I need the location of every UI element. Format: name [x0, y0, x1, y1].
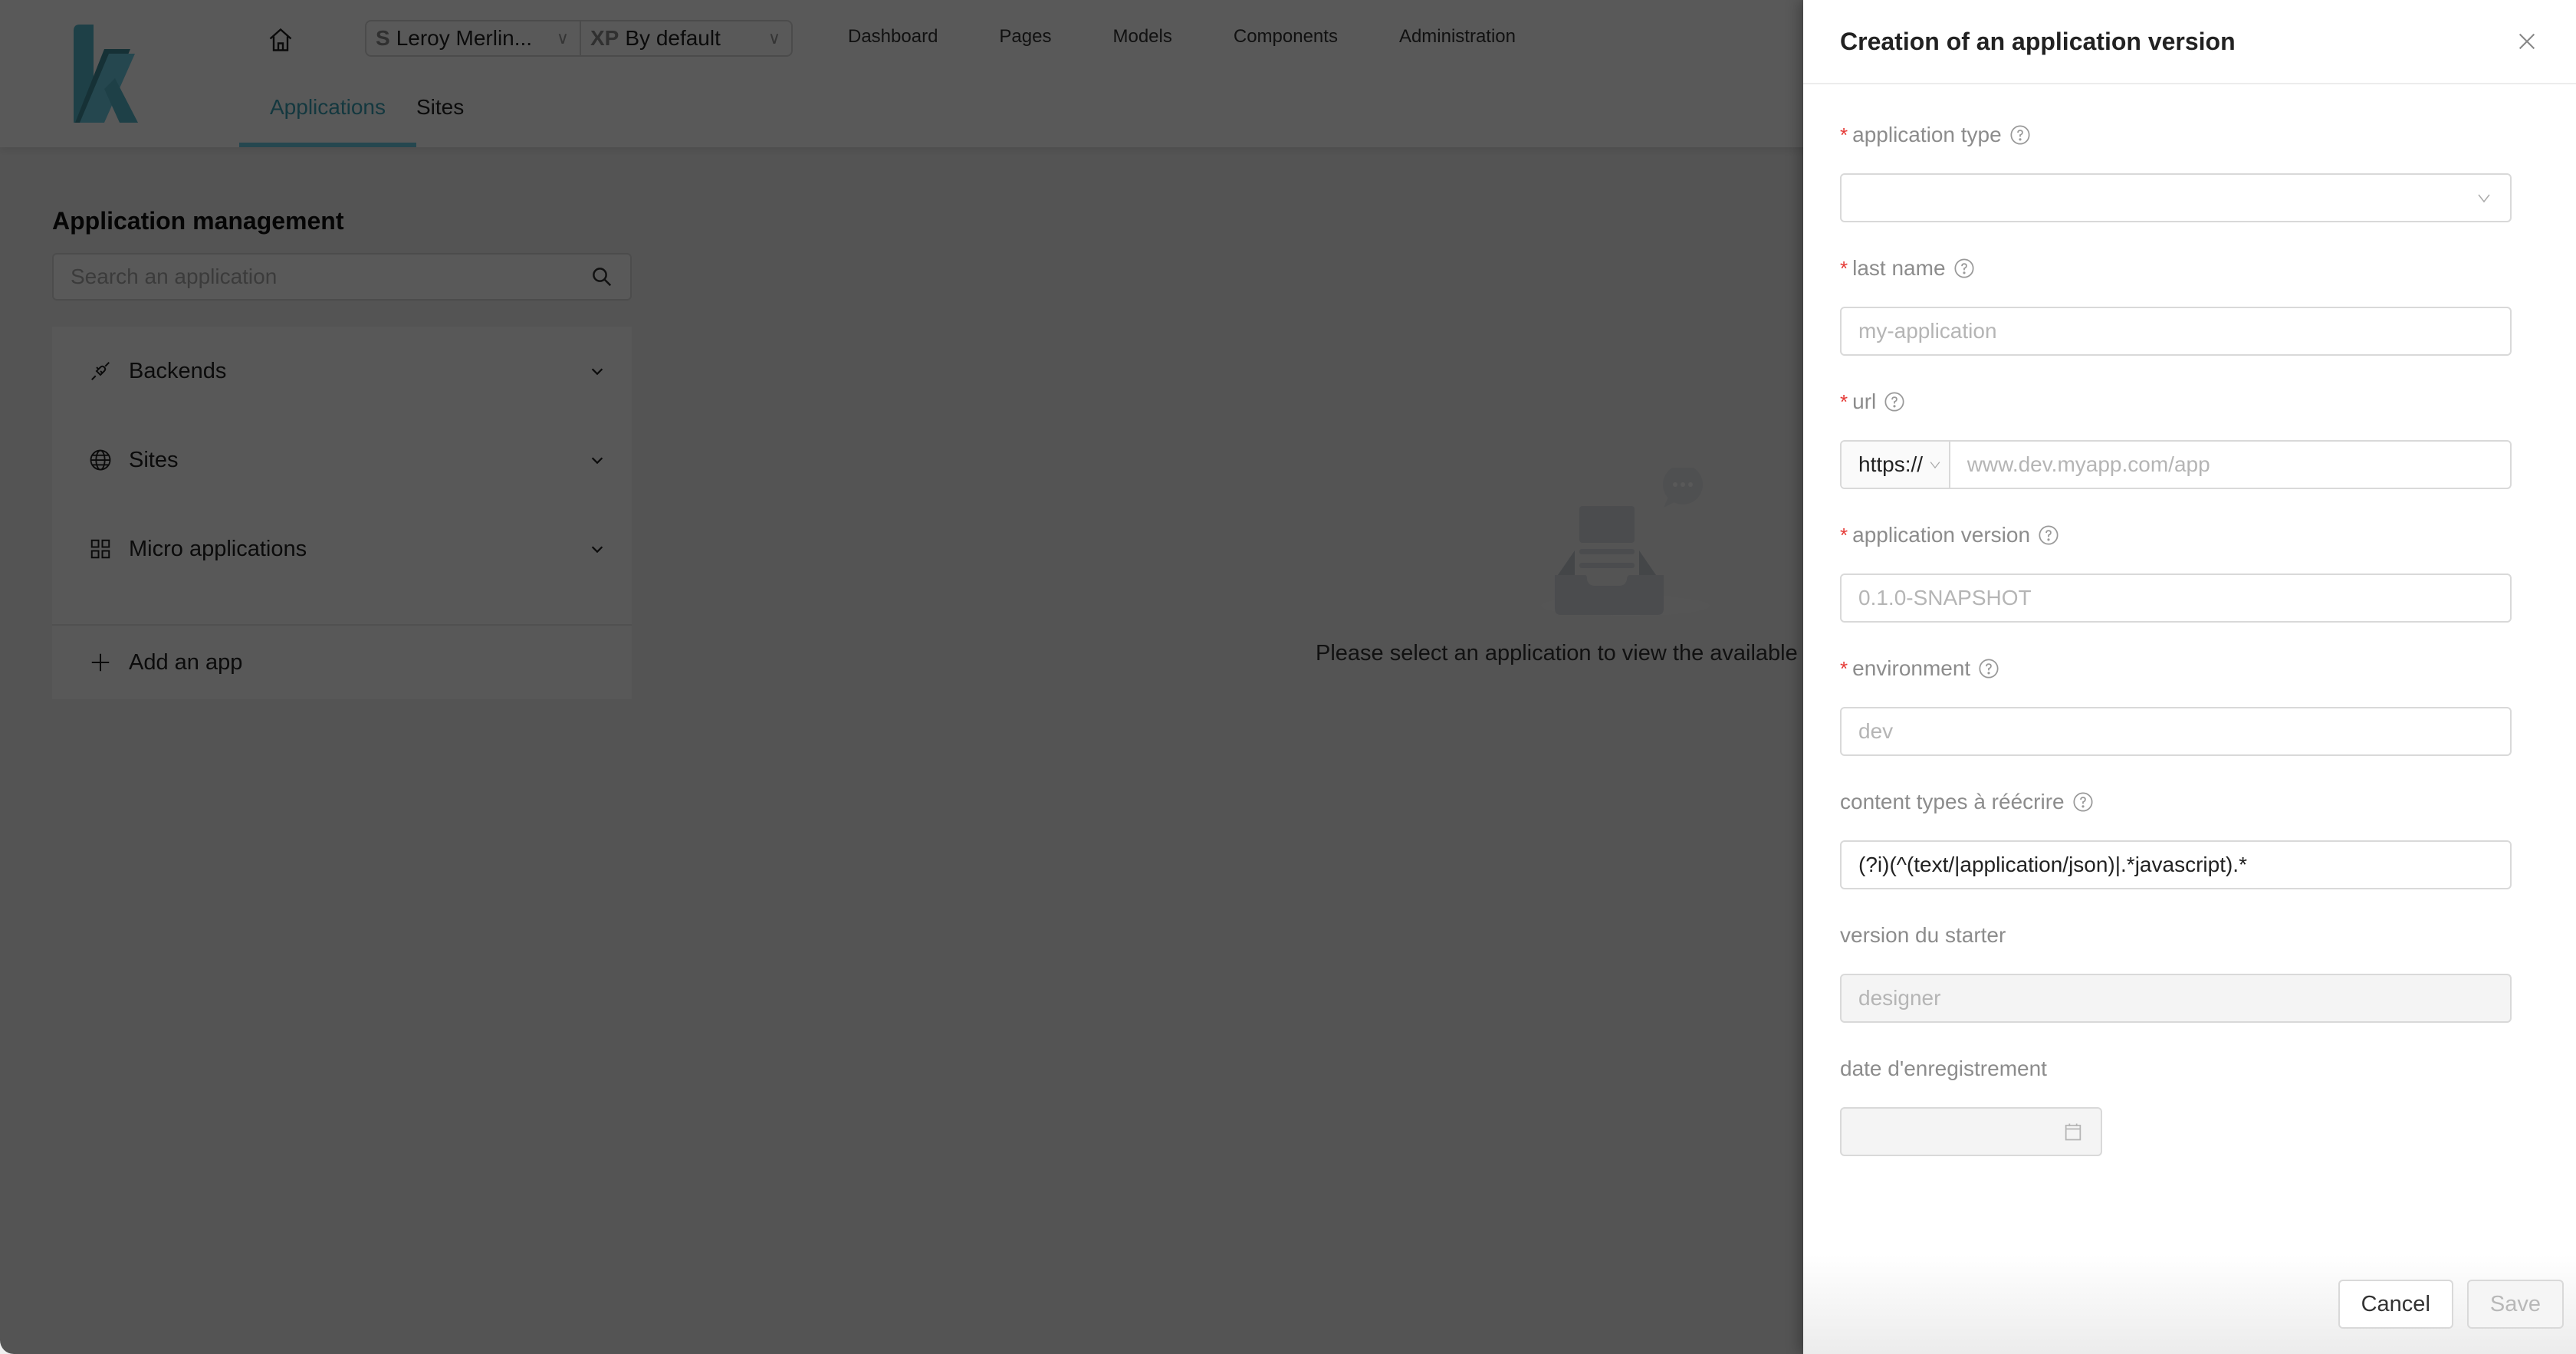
protocol-select[interactable]: https:// [1842, 442, 1950, 488]
field-label: date d'enregistrement [1840, 1053, 2539, 1084]
last-name-input[interactable] [1858, 319, 2493, 343]
application-version-input[interactable] [1858, 586, 2493, 610]
last-name-box [1840, 307, 2512, 356]
save-button[interactable]: Save [2466, 1280, 2564, 1329]
required-marker: * [1840, 256, 1848, 280]
drawer-header: Creation of an application version [1803, 0, 2576, 84]
field-label: * last name [1840, 253, 2539, 284]
drawer-title: Creation of an application version [1840, 27, 2236, 55]
field-url: * url https:// [1840, 386, 2539, 489]
chevron-down-icon [2478, 194, 2490, 203]
field-content-types: content types à réécrire [1840, 787, 2539, 889]
required-marker: * [1840, 389, 1848, 413]
field-label: * environment [1840, 653, 2539, 684]
protocol-value: https:// [1858, 452, 1924, 476]
url-input[interactable] [1950, 452, 2510, 477]
content-types-input[interactable] [1858, 853, 2493, 877]
help-icon[interactable] [1884, 391, 1905, 412]
calendar-icon [2065, 1123, 2082, 1141]
required-marker: * [1840, 523, 1848, 547]
label-text: url [1852, 389, 1877, 413]
help-icon[interactable] [1978, 658, 1999, 679]
field-label: version du starter [1840, 920, 2539, 951]
starter-version-input [1858, 986, 2493, 1011]
version-form: * application type * last name my-applic… [1803, 84, 2576, 1156]
field-label: * application version [1840, 520, 2539, 550]
create-version-drawer: Creation of an application version * app… [1803, 0, 2576, 1354]
field-label: * url [1840, 386, 2539, 417]
environment-box [1840, 707, 2512, 756]
help-icon[interactable] [2009, 124, 2031, 146]
registration-date-picker [1840, 1107, 2102, 1156]
label-text: application version [1852, 523, 2031, 547]
label-text: date d'enregistrement [1840, 1057, 2047, 1080]
required-marker: * [1840, 123, 1848, 146]
content-types-box [1840, 840, 2512, 889]
url-box: https:// [1840, 440, 2512, 489]
starter-version-box [1840, 974, 2512, 1023]
field-label: * application type [1840, 120, 2539, 150]
required-marker: * [1840, 656, 1848, 680]
drawer-footer: Cancel Save [1803, 1254, 2576, 1354]
field-label: content types à réécrire [1840, 787, 2539, 817]
help-icon[interactable] [2072, 791, 2094, 813]
label-text: application type [1852, 123, 2002, 146]
close-icon[interactable] [2515, 29, 2539, 54]
label-text: environment [1852, 656, 1971, 680]
label-text: last name [1852, 256, 1946, 280]
application-type-select[interactable] [1840, 173, 2512, 222]
label-text: version du starter [1840, 923, 2006, 947]
environment-input[interactable] [1858, 719, 2493, 744]
label-text: content types à réécrire [1840, 790, 2065, 813]
help-icon[interactable] [1953, 258, 1975, 279]
field-registration-date: date d'enregistrement [1840, 1053, 2539, 1156]
application-version-box [1840, 573, 2512, 623]
field-application-type: * application type [1840, 120, 2539, 222]
field-starter-version: version du starter [1840, 920, 2539, 1023]
field-last-name: * last name [1840, 253, 2539, 356]
field-environment: * environment [1840, 653, 2539, 756]
field-application-version: * application version [1840, 520, 2539, 623]
chevron-down-icon [1930, 462, 1940, 469]
cancel-button[interactable]: Cancel [2338, 1280, 2453, 1329]
help-icon[interactable] [2038, 524, 2059, 546]
